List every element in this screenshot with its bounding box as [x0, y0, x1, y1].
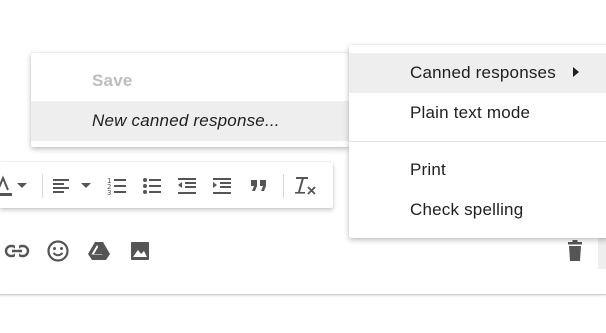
insert-link-icon[interactable] [4, 238, 30, 264]
insert-drive-icon[interactable] [86, 238, 112, 264]
formatting-toolbar: 1 2 3 [0, 162, 333, 208]
print-item[interactable]: Print [349, 150, 606, 190]
canned-responses-item[interactable]: Canned responses [349, 53, 606, 93]
numbered-list-icon[interactable]: 1 2 3 [105, 173, 129, 197]
scrollbar-edge [598, 235, 606, 269]
indent-less-icon[interactable] [175, 173, 199, 197]
quote-icon[interactable] [247, 173, 271, 197]
new-canned-response-item[interactable]: New canned response... [31, 101, 349, 141]
discard-draft-icon[interactable] [562, 238, 588, 264]
text-color-dropdown-icon[interactable] [14, 173, 30, 197]
canned-responses-submenu: Save New canned response... [31, 53, 349, 147]
align-dropdown-icon[interactable] [78, 173, 94, 197]
toolbar-divider [283, 174, 284, 198]
bulleted-list-icon[interactable] [140, 173, 164, 197]
text-color-icon[interactable] [0, 173, 12, 197]
menu-divider [349, 141, 606, 142]
indent-more-icon[interactable] [210, 173, 234, 197]
plain-text-mode-item[interactable]: Plain text mode [349, 93, 606, 133]
insert-emoji-icon[interactable] [45, 238, 71, 264]
submenu-arrow-icon [573, 67, 579, 77]
canned-responses-label: Canned responses [410, 63, 556, 82]
insert-photo-icon[interactable] [127, 238, 153, 264]
check-spelling-item[interactable]: Check spelling [349, 190, 606, 230]
save-canned-label: Save [92, 71, 133, 90]
svg-text:3: 3 [107, 189, 111, 197]
save-canned-item[interactable]: Save [31, 53, 349, 100]
plain-text-mode-label: Plain text mode [410, 103, 531, 122]
more-options-menu: Canned responses Plain text mode Print C… [349, 45, 606, 238]
print-label: Print [410, 160, 446, 179]
align-icon[interactable] [50, 173, 72, 197]
check-spelling-label: Check spelling [410, 200, 524, 219]
toolbar-divider [42, 174, 43, 198]
remove-formatting-icon[interactable] [293, 173, 319, 197]
new-canned-response-label: New canned response... [92, 111, 280, 130]
